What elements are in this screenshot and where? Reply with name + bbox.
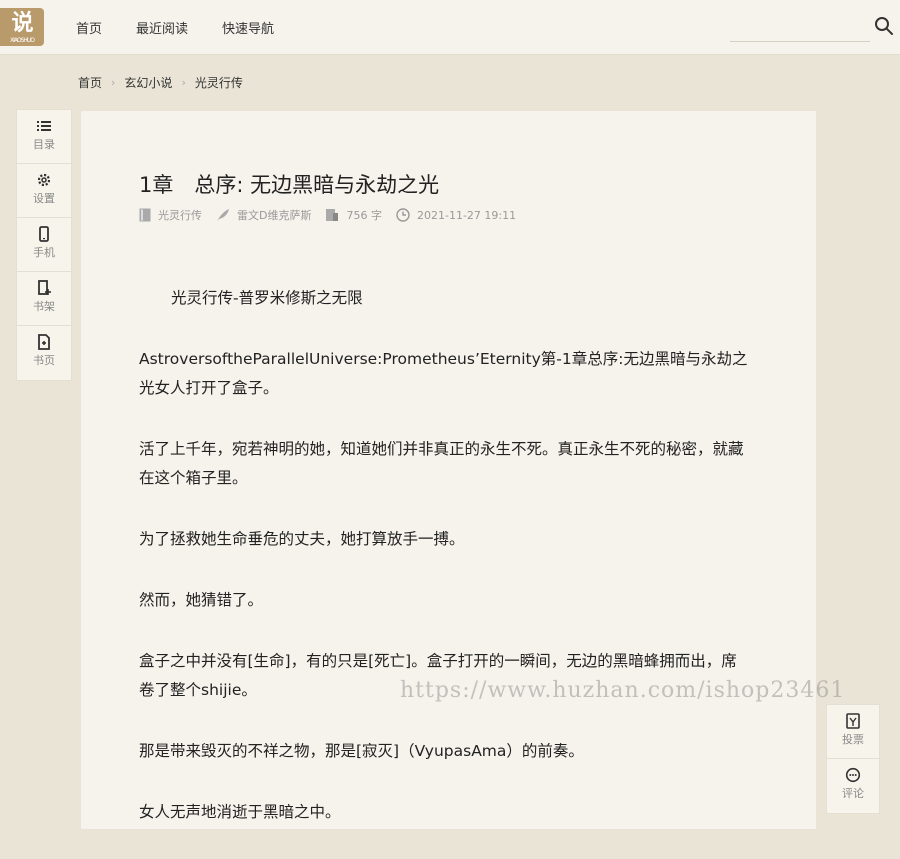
breadcrumb-home[interactable]: 首页 xyxy=(78,74,102,91)
ticket-icon xyxy=(846,713,860,729)
search-button[interactable] xyxy=(874,16,896,38)
mobile-phone-icon xyxy=(39,226,49,242)
toolbar-label: 目录 xyxy=(33,138,55,151)
breadcrumb-book[interactable]: 光灵行传 xyxy=(195,74,243,91)
meta-date: 2021-11-27 19:11 xyxy=(396,208,516,222)
top-bar: 说 XIAOSHUO 首页 最近阅读 快速导航 xyxy=(0,0,900,55)
logo-subtext: XIAOSHUO xyxy=(9,37,35,44)
nav-recent-reading[interactable]: 最近阅读 xyxy=(136,18,188,37)
paragraph: 然而，她猜错了。 xyxy=(139,591,264,609)
breadcrumb-separator-icon: › xyxy=(111,75,116,89)
watermark-text: https://www.huzhan.com/ishop23461 xyxy=(400,678,846,703)
toolbar-label: 评论 xyxy=(842,787,864,800)
chapter-meta: 光灵行传 雷文D维克萨斯 756 字 2021-11-27 19:11 xyxy=(139,207,530,223)
paragraph: AstroversoftheParallelUniverse:Prometheu… xyxy=(139,350,748,397)
quill-icon xyxy=(217,209,229,221)
toolbar-catalog-button[interactable]: 目录 xyxy=(17,110,71,164)
nav-quick-navigation[interactable]: 快速导航 xyxy=(222,18,274,37)
comment-icon xyxy=(845,767,861,783)
paragraph: 光灵行传-普罗米修斯之无限 xyxy=(171,289,363,307)
meta-book-name: 光灵行传 xyxy=(158,209,202,222)
breadcrumb: 首页 › 玄幻小说 › 光灵行传 xyxy=(78,72,243,92)
gear-icon xyxy=(37,173,51,187)
right-toolbar: 投票 评论 xyxy=(826,704,880,814)
toolbar-bookpage-button[interactable]: 书页 xyxy=(17,326,71,380)
word-count-icon xyxy=(326,209,339,221)
meta-author[interactable]: 雷文D维克萨斯 xyxy=(216,207,311,223)
toolbar-label: 设置 xyxy=(33,192,55,205)
search-input[interactable] xyxy=(730,17,870,42)
toolbar-bookshelf-button[interactable]: 书架 xyxy=(17,272,71,326)
chapter-title: 1章 总序: 无边黑暗与永劫之光 xyxy=(139,173,440,197)
toolbar-label: 投票 xyxy=(842,733,864,746)
paragraph: 活了上千年，宛若神明的她，知道她们并非真正的永生不死。真正永生不死的秘密，就藏在… xyxy=(139,440,744,487)
toolbar-mobile-button[interactable]: 手机 xyxy=(17,218,71,272)
toolbar-comment-button[interactable]: 评论 xyxy=(827,759,879,813)
toolbar-vote-button[interactable]: 投票 xyxy=(827,705,879,759)
list-icon xyxy=(37,121,51,131)
toolbar-label: 手机 xyxy=(33,246,55,259)
meta-word-count-value: 756 字 xyxy=(346,209,382,222)
meta-date-value: 2021-11-27 19:11 xyxy=(416,208,517,222)
chapter-content-card: 1章 总序: 无边黑暗与永劫之光 光灵行传 雷文D维克萨斯 756 字 2021… xyxy=(80,110,817,830)
chapter-body: 光灵行传-普罗米修斯之无限 AstroversoftheParallelUniv… xyxy=(139,284,751,859)
nav-home[interactable]: 首页 xyxy=(76,18,102,37)
breadcrumb-category[interactable]: 玄幻小说 xyxy=(124,74,172,91)
bookshelf-add-icon xyxy=(38,280,51,295)
clock-icon xyxy=(396,208,410,222)
meta-book[interactable]: 光灵行传 xyxy=(139,207,202,223)
toolbar-label: 书页 xyxy=(33,354,55,367)
left-toolbar: 目录 设置 手机 书架 书页 xyxy=(16,109,72,381)
paragraph: 为了拯救她生命垂危的丈夫，她打算放手一搏。 xyxy=(139,530,465,548)
breadcrumb-separator-icon: › xyxy=(181,75,186,89)
paragraph: 那是带来毁灭的不祥之物，那是[寂灭]（VyupasAma）的前奏。 xyxy=(139,742,584,760)
site-logo[interactable]: 说 XIAOSHUO xyxy=(0,8,44,46)
document-icon xyxy=(38,334,50,350)
logo-text: 说 xyxy=(11,11,33,36)
meta-author-name: 雷文D维克萨斯 xyxy=(237,209,312,222)
main-nav: 首页 最近阅读 快速导航 xyxy=(76,0,308,54)
book-icon xyxy=(139,208,151,222)
search-icon xyxy=(875,17,893,35)
toolbar-settings-button[interactable]: 设置 xyxy=(17,164,71,218)
meta-word-count: 756 字 xyxy=(325,207,382,223)
toolbar-label: 书架 xyxy=(33,300,55,313)
